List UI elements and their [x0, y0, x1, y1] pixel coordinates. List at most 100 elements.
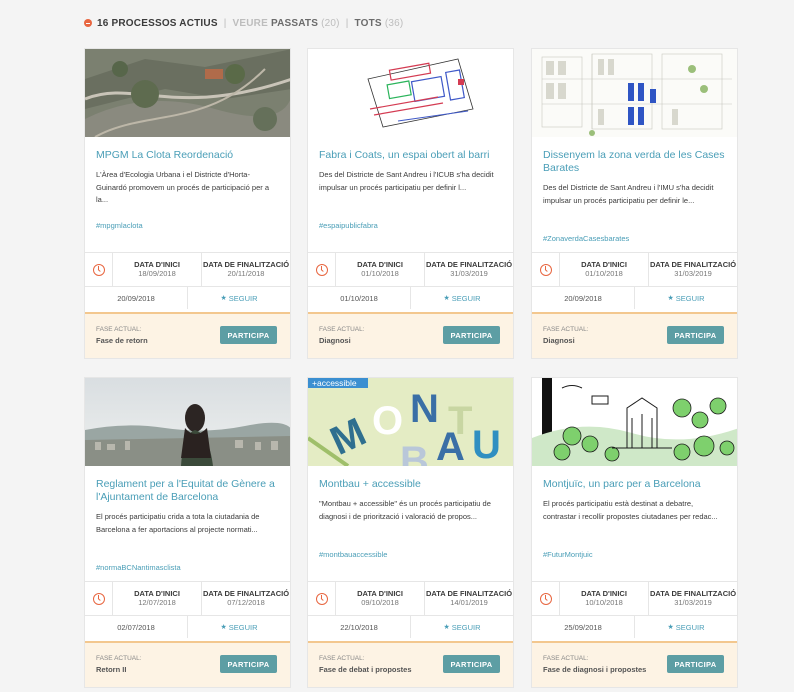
end-date-label: DATA DE FINALITZACIÓ — [202, 259, 290, 269]
participate-button[interactable]: PARTICIPA — [667, 655, 724, 673]
site-plan-drawing — [308, 49, 513, 137]
card-hashtag[interactable]: #espaipublicfabra — [319, 221, 378, 230]
card-image[interactable] — [532, 49, 737, 137]
card-image[interactable] — [532, 378, 737, 466]
process-card[interactable]: Reglament per a l'Equitat de Gènere a l'… — [84, 377, 291, 688]
participate-button[interactable]: PARTICIPA — [667, 326, 724, 344]
follow-label: SEGUIR — [675, 622, 705, 632]
participate-button[interactable]: PARTICIPA — [220, 655, 277, 673]
remove-filter-icon[interactable] — [84, 19, 92, 27]
montbau-lettering-graphic: +accessible M O N T B A U MONTBAU — [308, 378, 513, 466]
card-dates: DATA D'INICI 10/10/2018 DATA DE FINALITZ… — [532, 581, 737, 615]
published-date: 25/09/2018 — [532, 616, 635, 638]
start-date: DATA D'INICI 01/10/2018 — [560, 253, 649, 286]
past-count: (20) — [321, 17, 340, 29]
phase-value: Fase de retorn — [96, 336, 148, 345]
process-card[interactable]: Fabra i Coats, un espai obert al barri D… — [307, 48, 514, 359]
end-date-value: 31/03/2019 — [674, 598, 712, 608]
all-processes-filter[interactable]: TOTS (36) — [355, 18, 404, 29]
end-date-value: 14/01/2019 — [450, 598, 488, 608]
card-phase: FASE ACTUAL: Diagnosi PARTICIPA — [532, 312, 737, 358]
follow-label: SEGUIR — [228, 293, 258, 303]
published-date: 01/10/2018 — [308, 287, 411, 309]
follow-button[interactable]: ★ SEGUIR — [635, 616, 737, 638]
process-card[interactable]: +accessible M O N T B A U MONTBAU Montba… — [307, 377, 514, 688]
clock-icon — [308, 253, 336, 286]
active-processes-filter[interactable]: 16 Processos actius — [97, 18, 218, 29]
start-date-label: DATA D'INICI — [357, 259, 403, 269]
card-follow-row: 20/09/2018 ★ SEGUIR — [85, 286, 290, 309]
card-hashtag[interactable]: #normaBCNantimasclista — [96, 563, 181, 572]
card-follow-row: 22/10/2018 ★ SEGUIR — [308, 615, 513, 638]
active-label: Processos actius — [111, 17, 218, 29]
star-icon: ★ — [443, 295, 450, 302]
card-image[interactable] — [85, 378, 290, 466]
follow-button[interactable]: ★ SEGUIR — [188, 616, 290, 638]
card-hashtag[interactable]: #mpgmlaclota — [96, 221, 143, 230]
accessible-badge: +accessible — [312, 378, 357, 388]
participate-button[interactable]: PARTICIPA — [220, 326, 277, 344]
follow-button[interactable]: ★ SEGUIR — [411, 287, 513, 309]
start-date-value: 12/07/2018 — [138, 598, 176, 608]
card-hashtag[interactable]: #montbauaccessible — [319, 550, 387, 559]
card-image[interactable]: +accessible M O N T B A U MONTBAU — [308, 378, 513, 466]
block-plan-drawing — [532, 49, 737, 137]
card-title[interactable]: Montjuïc, un parc per a Barcelona — [543, 478, 727, 491]
follow-button[interactable]: ★ SEGUIR — [635, 287, 737, 309]
card-title[interactable]: Fabra i Coats, un espai obert al barri — [319, 149, 503, 162]
process-card[interactable]: MPGM La Clota Reordenació L'Àrea d'Ecolo… — [84, 48, 291, 359]
card-dates: DATA D'INICI 01/10/2018 DATA DE FINALITZ… — [308, 252, 513, 286]
star-icon: ★ — [220, 624, 227, 631]
process-card[interactable]: Montjuïc, un parc per a Barcelona El pro… — [531, 377, 738, 688]
active-count: 16 — [97, 17, 109, 29]
participate-button[interactable]: PARTICIPA — [443, 326, 500, 344]
card-title[interactable]: Montbau + accessible — [319, 478, 503, 491]
published-date: 22/10/2018 — [308, 616, 411, 638]
svg-text:U: U — [472, 423, 501, 466]
card-hashtag[interactable]: #ZonaverdaCasesbarates — [543, 234, 629, 243]
start-date: DATA D'INICI 10/10/2018 — [560, 582, 649, 615]
svg-text:N: N — [410, 387, 439, 431]
start-date-label: DATA D'INICI — [357, 588, 403, 598]
published-date: 20/09/2018 — [85, 287, 188, 309]
card-dates: DATA D'INICI 18/09/2018 DATA DE FINALITZ… — [85, 252, 290, 286]
phase-value: Fase de diagnosi i propostes — [543, 665, 647, 674]
all-count: (36) — [384, 17, 404, 29]
follow-button[interactable]: ★ SEGUIR — [188, 287, 290, 309]
end-date-label: DATA DE FINALITZACIÓ — [649, 259, 737, 269]
phase-label: FASE ACTUAL: — [543, 326, 589, 333]
end-date: DATA DE FINALITZACIÓ 20/11/2018 — [202, 253, 290, 286]
end-date-value: 07/12/2018 — [227, 598, 265, 608]
card-follow-row: 02/07/2018 ★ SEGUIR — [85, 615, 290, 638]
card-description: El procés participatiu està destinat a d… — [543, 499, 718, 521]
card-image[interactable] — [85, 49, 290, 137]
clock-icon — [532, 253, 560, 286]
clock-icon — [85, 582, 113, 615]
phase-value: Fase de debat i propostes — [319, 665, 412, 674]
start-date-value: 10/10/2018 — [585, 598, 623, 608]
phase-value: Retorn II — [96, 665, 127, 674]
divider: | — [223, 17, 227, 29]
follow-label: SEGUIR — [675, 293, 705, 303]
start-date-value: 09/10/2018 — [361, 598, 399, 608]
phase-label: FASE ACTUAL: — [96, 326, 142, 333]
process-card[interactable]: Dissenyem la zona verda de les Cases Bar… — [531, 48, 738, 359]
card-image[interactable] — [308, 49, 513, 137]
card-follow-row: 01/10/2018 ★ SEGUIR — [308, 286, 513, 309]
phase-label: FASE ACTUAL: — [96, 655, 142, 662]
phase-value: Diagnosi — [319, 336, 351, 345]
participate-button[interactable]: PARTICIPA — [443, 655, 500, 673]
card-title[interactable]: Reglament per a l'Equitat de Gènere a l'… — [96, 478, 280, 504]
start-date-label: DATA D'INICI — [134, 259, 180, 269]
card-description: Des del Districte de Sant Andreu i l'ICU… — [319, 170, 494, 192]
card-title[interactable]: Dissenyem la zona verda de les Cases Bar… — [543, 149, 727, 175]
phase-label: FASE ACTUAL: — [543, 655, 589, 662]
card-title[interactable]: MPGM La Clota Reordenació — [96, 149, 280, 162]
follow-button[interactable]: ★ SEGUIR — [411, 616, 513, 638]
card-hashtag[interactable]: #FuturMontjuic — [543, 550, 593, 559]
end-date: DATA DE FINALITZACIÓ 31/03/2019 — [425, 253, 513, 286]
start-date-label: DATA D'INICI — [581, 588, 627, 598]
end-date: DATA DE FINALITZACIÓ 31/03/2019 — [649, 582, 737, 615]
past-processes-filter[interactable]: PASSATS (20) — [271, 18, 340, 29]
follow-label: SEGUIR — [451, 293, 481, 303]
